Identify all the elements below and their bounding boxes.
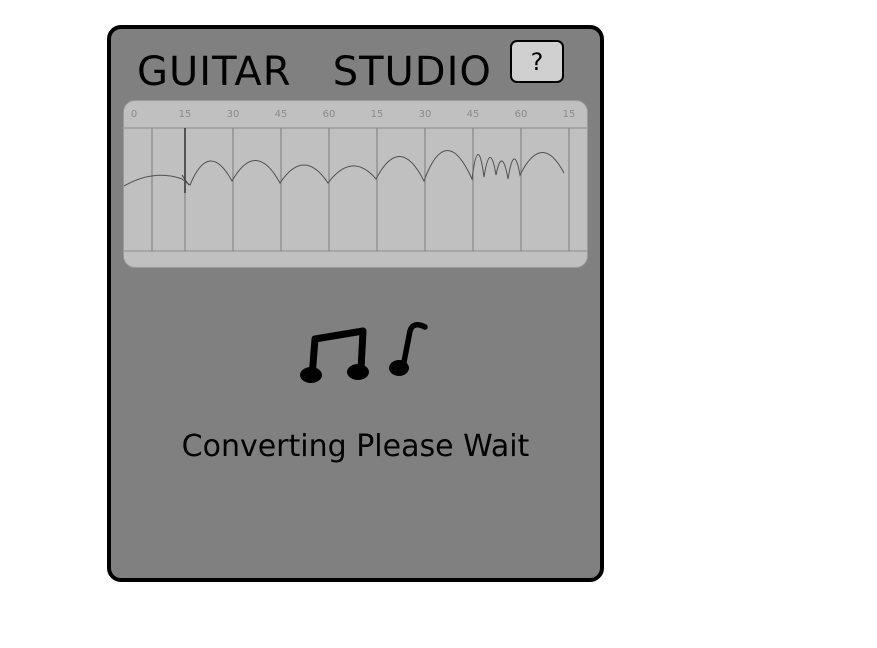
help-button[interactable]: ? xyxy=(510,40,564,83)
screen: GUITAR STUDIO ? 0 15 30 45 60 15 30 45 60 15 Conv… xyxy=(0,0,877,648)
guitar-studio-window: GUITAR STUDIO ? 0 15 30 45 60 15 30 45 60 15 Conv… xyxy=(107,25,604,582)
time-tick-label: 0 xyxy=(131,109,137,120)
status-message: Converting Please Wait xyxy=(181,429,530,464)
time-tick-label: 15 xyxy=(563,109,576,120)
time-tick-label: 45 xyxy=(275,109,288,120)
app-title: GUITAR STUDIO xyxy=(137,49,492,95)
time-ruler: 0 15 30 45 60 15 30 45 60 15 xyxy=(131,109,576,120)
waveform-timeline[interactable]: 0 15 30 45 60 15 30 45 60 15 xyxy=(123,100,588,268)
time-tick-label: 30 xyxy=(419,109,432,120)
time-tick-label: 60 xyxy=(323,109,336,120)
music-notes-icon xyxy=(300,322,428,383)
waveform-display: 0 15 30 45 60 15 30 45 60 15 xyxy=(124,109,587,252)
time-tick-label: 60 xyxy=(515,109,528,120)
audio-waveform xyxy=(124,150,565,187)
time-tick-label: 30 xyxy=(227,109,240,120)
time-gridlines xyxy=(151,128,570,251)
time-tick-label: 45 xyxy=(467,109,480,120)
time-tick-label: 15 xyxy=(371,109,384,120)
time-tick-label: 15 xyxy=(179,109,192,120)
